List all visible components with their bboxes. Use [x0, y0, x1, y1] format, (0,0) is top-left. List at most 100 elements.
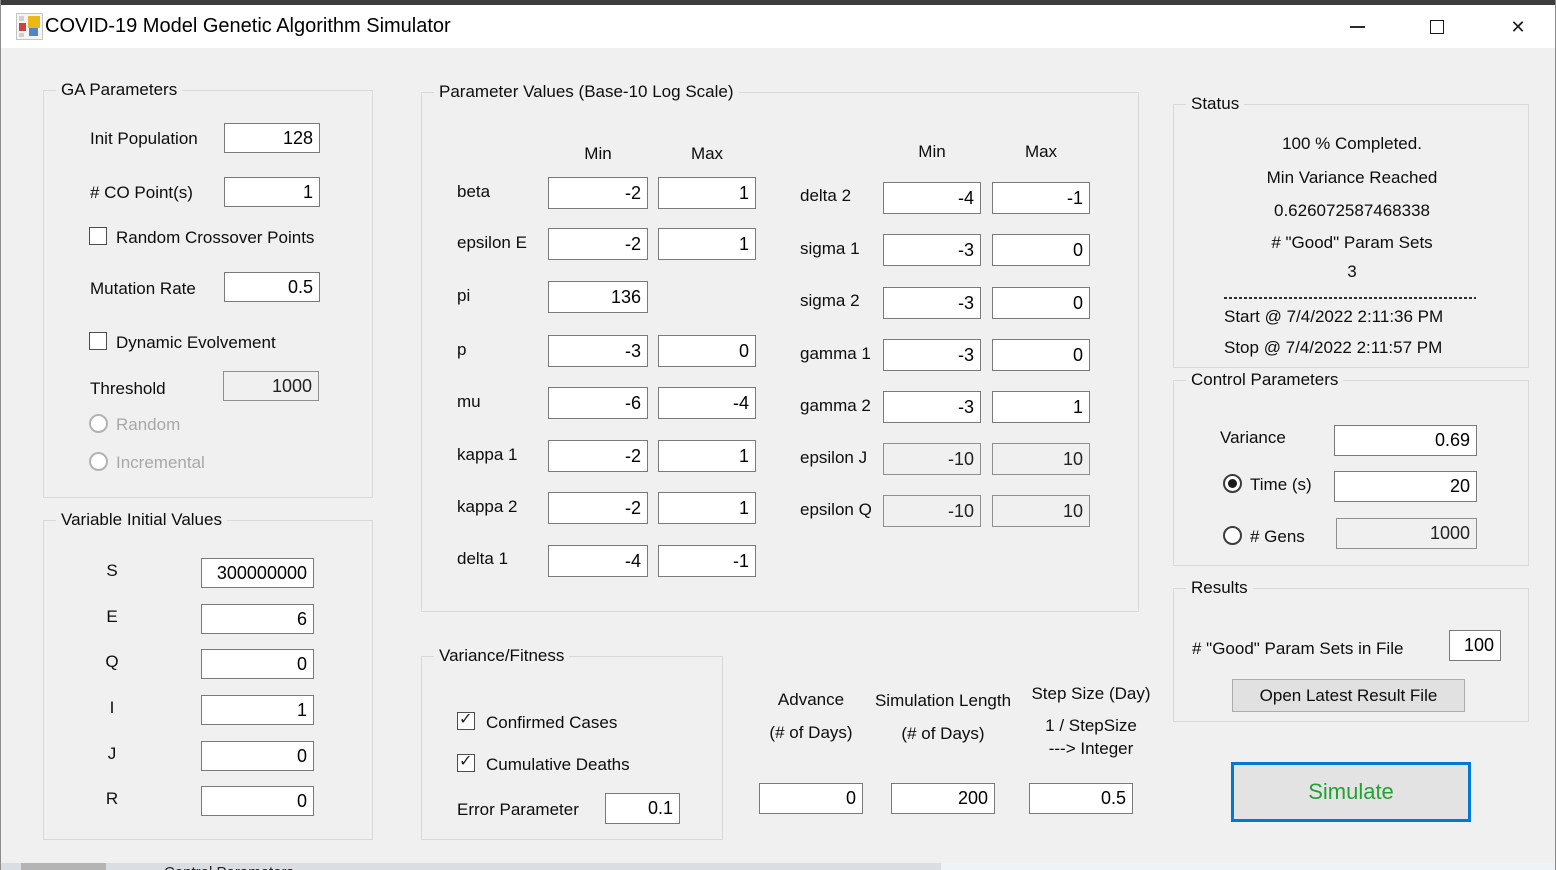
advance-label-line1: Advance — [759, 690, 863, 710]
variance-fitness-group: Variance/Fitness ✓ Confirmed Cases ✓ Cum… — [421, 656, 723, 840]
param-epsilonE-min-input[interactable] — [548, 228, 648, 260]
param-kappa1-label: kappa 1 — [457, 445, 518, 465]
param-sigma2-label: sigma 2 — [800, 291, 860, 311]
parameter-values-title: Parameter Values (Base-10 Log Scale) — [434, 82, 739, 102]
random-crossover-checkbox[interactable] — [89, 227, 107, 245]
close-button[interactable]: ✕ — [1490, 5, 1546, 48]
advance-days-input[interactable] — [759, 783, 863, 814]
param-gamma2-max-input[interactable] — [992, 391, 1090, 423]
simulate-button[interactable]: Simulate — [1231, 762, 1471, 822]
var-e-label: E — [100, 607, 124, 627]
ga-parameters-title: GA Parameters — [56, 80, 182, 100]
param-sigma1-max-input[interactable] — [992, 234, 1090, 266]
param-p-max-input[interactable] — [658, 335, 756, 367]
time-radio-label: Time (s) — [1250, 475, 1312, 495]
status-good-sets-label: # "Good" Param Sets — [1174, 233, 1530, 253]
var-r-input[interactable] — [201, 786, 314, 816]
step-size-label-line2: 1 / StepSize — [1021, 716, 1161, 736]
max-header-right: Max — [992, 142, 1090, 162]
status-min-variance-label: Min Variance Reached — [1174, 168, 1530, 188]
maximize-icon — [1430, 20, 1444, 34]
advance-label-line2: (# of Days) — [753, 723, 869, 743]
maximize-button[interactable] — [1409, 5, 1465, 48]
param-mu-min-input[interactable] — [548, 387, 648, 419]
variance-input[interactable] — [1334, 425, 1477, 456]
param-p-min-input[interactable] — [548, 335, 648, 367]
results-title: Results — [1186, 578, 1253, 598]
param-kappa2-label: kappa 2 — [457, 497, 518, 517]
var-s-label: S — [100, 561, 124, 581]
cumulative-deaths-label: Cumulative Deaths — [486, 755, 630, 775]
param-beta-label: beta — [457, 182, 490, 202]
control-parameters-group: Control Parameters Variance Time (s) # G… — [1173, 380, 1529, 566]
random-radio — [89, 414, 108, 433]
param-kappa2-max-input[interactable] — [658, 492, 756, 524]
error-parameter-label: Error Parameter — [457, 800, 579, 820]
param-sigma2-min-input[interactable] — [883, 287, 981, 319]
param-gamma1-label: gamma 1 — [800, 344, 871, 364]
co-points-input[interactable] — [224, 177, 320, 207]
param-kappa1-min-input[interactable] — [548, 440, 648, 472]
var-s-input[interactable] — [201, 558, 314, 588]
param-gamma2-min-input[interactable] — [883, 391, 981, 423]
var-q-input[interactable] — [201, 649, 314, 679]
param-gamma1-min-input[interactable] — [883, 339, 981, 371]
param-epsilonQ-label: epsilon Q — [800, 500, 872, 520]
variance-label: Variance — [1220, 428, 1286, 448]
param-delta1-max-input[interactable] — [658, 545, 756, 577]
status-min-variance-value: 0.626072587468338 — [1174, 201, 1530, 221]
good-sets-file-input[interactable] — [1449, 630, 1501, 661]
param-delta2-min-input[interactable] — [883, 182, 981, 214]
param-pi-input[interactable] — [548, 281, 648, 313]
param-beta-max-input[interactable] — [658, 177, 756, 209]
threshold-input — [223, 371, 319, 401]
incremental-radio — [89, 452, 108, 471]
param-epsilonJ-label: epsilon J — [800, 448, 867, 468]
time-input[interactable] — [1334, 471, 1477, 502]
param-mu-max-input[interactable] — [658, 387, 756, 419]
var-i-label: I — [100, 698, 124, 718]
min-header-left: Min — [548, 144, 648, 164]
param-kappa2-min-input[interactable] — [548, 492, 648, 524]
co-points-label: # CO Point(s) — [90, 183, 193, 203]
confirmed-cases-checkbox[interactable]: ✓ — [457, 712, 475, 730]
param-sigma1-min-input[interactable] — [883, 234, 981, 266]
var-e-input[interactable] — [201, 604, 314, 634]
minimize-button[interactable] — [1329, 5, 1385, 48]
param-gamma1-max-input[interactable] — [992, 339, 1090, 371]
close-icon: ✕ — [1510, 18, 1525, 36]
var-j-input[interactable] — [201, 741, 314, 771]
param-epsilonJ-min-input — [883, 443, 981, 475]
var-i-input[interactable] — [201, 695, 314, 725]
background-window-fragment — [21, 863, 106, 870]
param-delta2-max-input[interactable] — [992, 182, 1090, 214]
confirmed-cases-label: Confirmed Cases — [486, 713, 617, 733]
time-radio[interactable] — [1223, 474, 1242, 493]
param-epsilonQ-max-input — [992, 495, 1090, 527]
gens-radio[interactable] — [1223, 526, 1242, 545]
param-epsilonE-max-input[interactable] — [658, 228, 756, 260]
error-parameter-input[interactable] — [605, 793, 680, 824]
param-kappa1-max-input[interactable] — [658, 440, 756, 472]
param-delta1-min-input[interactable] — [548, 545, 648, 577]
good-sets-file-label: # "Good" Param Sets in File — [1192, 639, 1403, 659]
open-latest-result-button[interactable]: Open Latest Result File — [1232, 679, 1465, 712]
max-header-left: Max — [658, 144, 756, 164]
status-start-time: Start @ 7/4/2022 2:11:36 PM — [1224, 307, 1443, 327]
param-delta1-label: delta 1 — [457, 549, 508, 569]
var-q-label: Q — [100, 652, 124, 672]
init-population-input[interactable] — [224, 123, 320, 153]
simulation-length-input[interactable] — [891, 783, 995, 814]
param-gamma2-label: gamma 2 — [800, 396, 871, 416]
cumulative-deaths-checkbox[interactable]: ✓ — [457, 754, 475, 772]
init-population-label: Init Population — [90, 129, 198, 149]
dynamic-evolvement-checkbox[interactable] — [89, 332, 107, 350]
param-sigma2-max-input[interactable] — [992, 287, 1090, 319]
background-window-strip: Control Parameters — [1, 863, 1556, 870]
mutation-rate-input[interactable] — [224, 272, 320, 302]
param-epsilonE-label: epsilon E — [457, 233, 527, 253]
simulation-length-label-line2: (# of Days) — [861, 724, 1025, 744]
param-beta-min-input[interactable] — [548, 177, 648, 209]
step-size-input[interactable] — [1029, 783, 1133, 814]
min-header-right: Min — [883, 142, 981, 162]
